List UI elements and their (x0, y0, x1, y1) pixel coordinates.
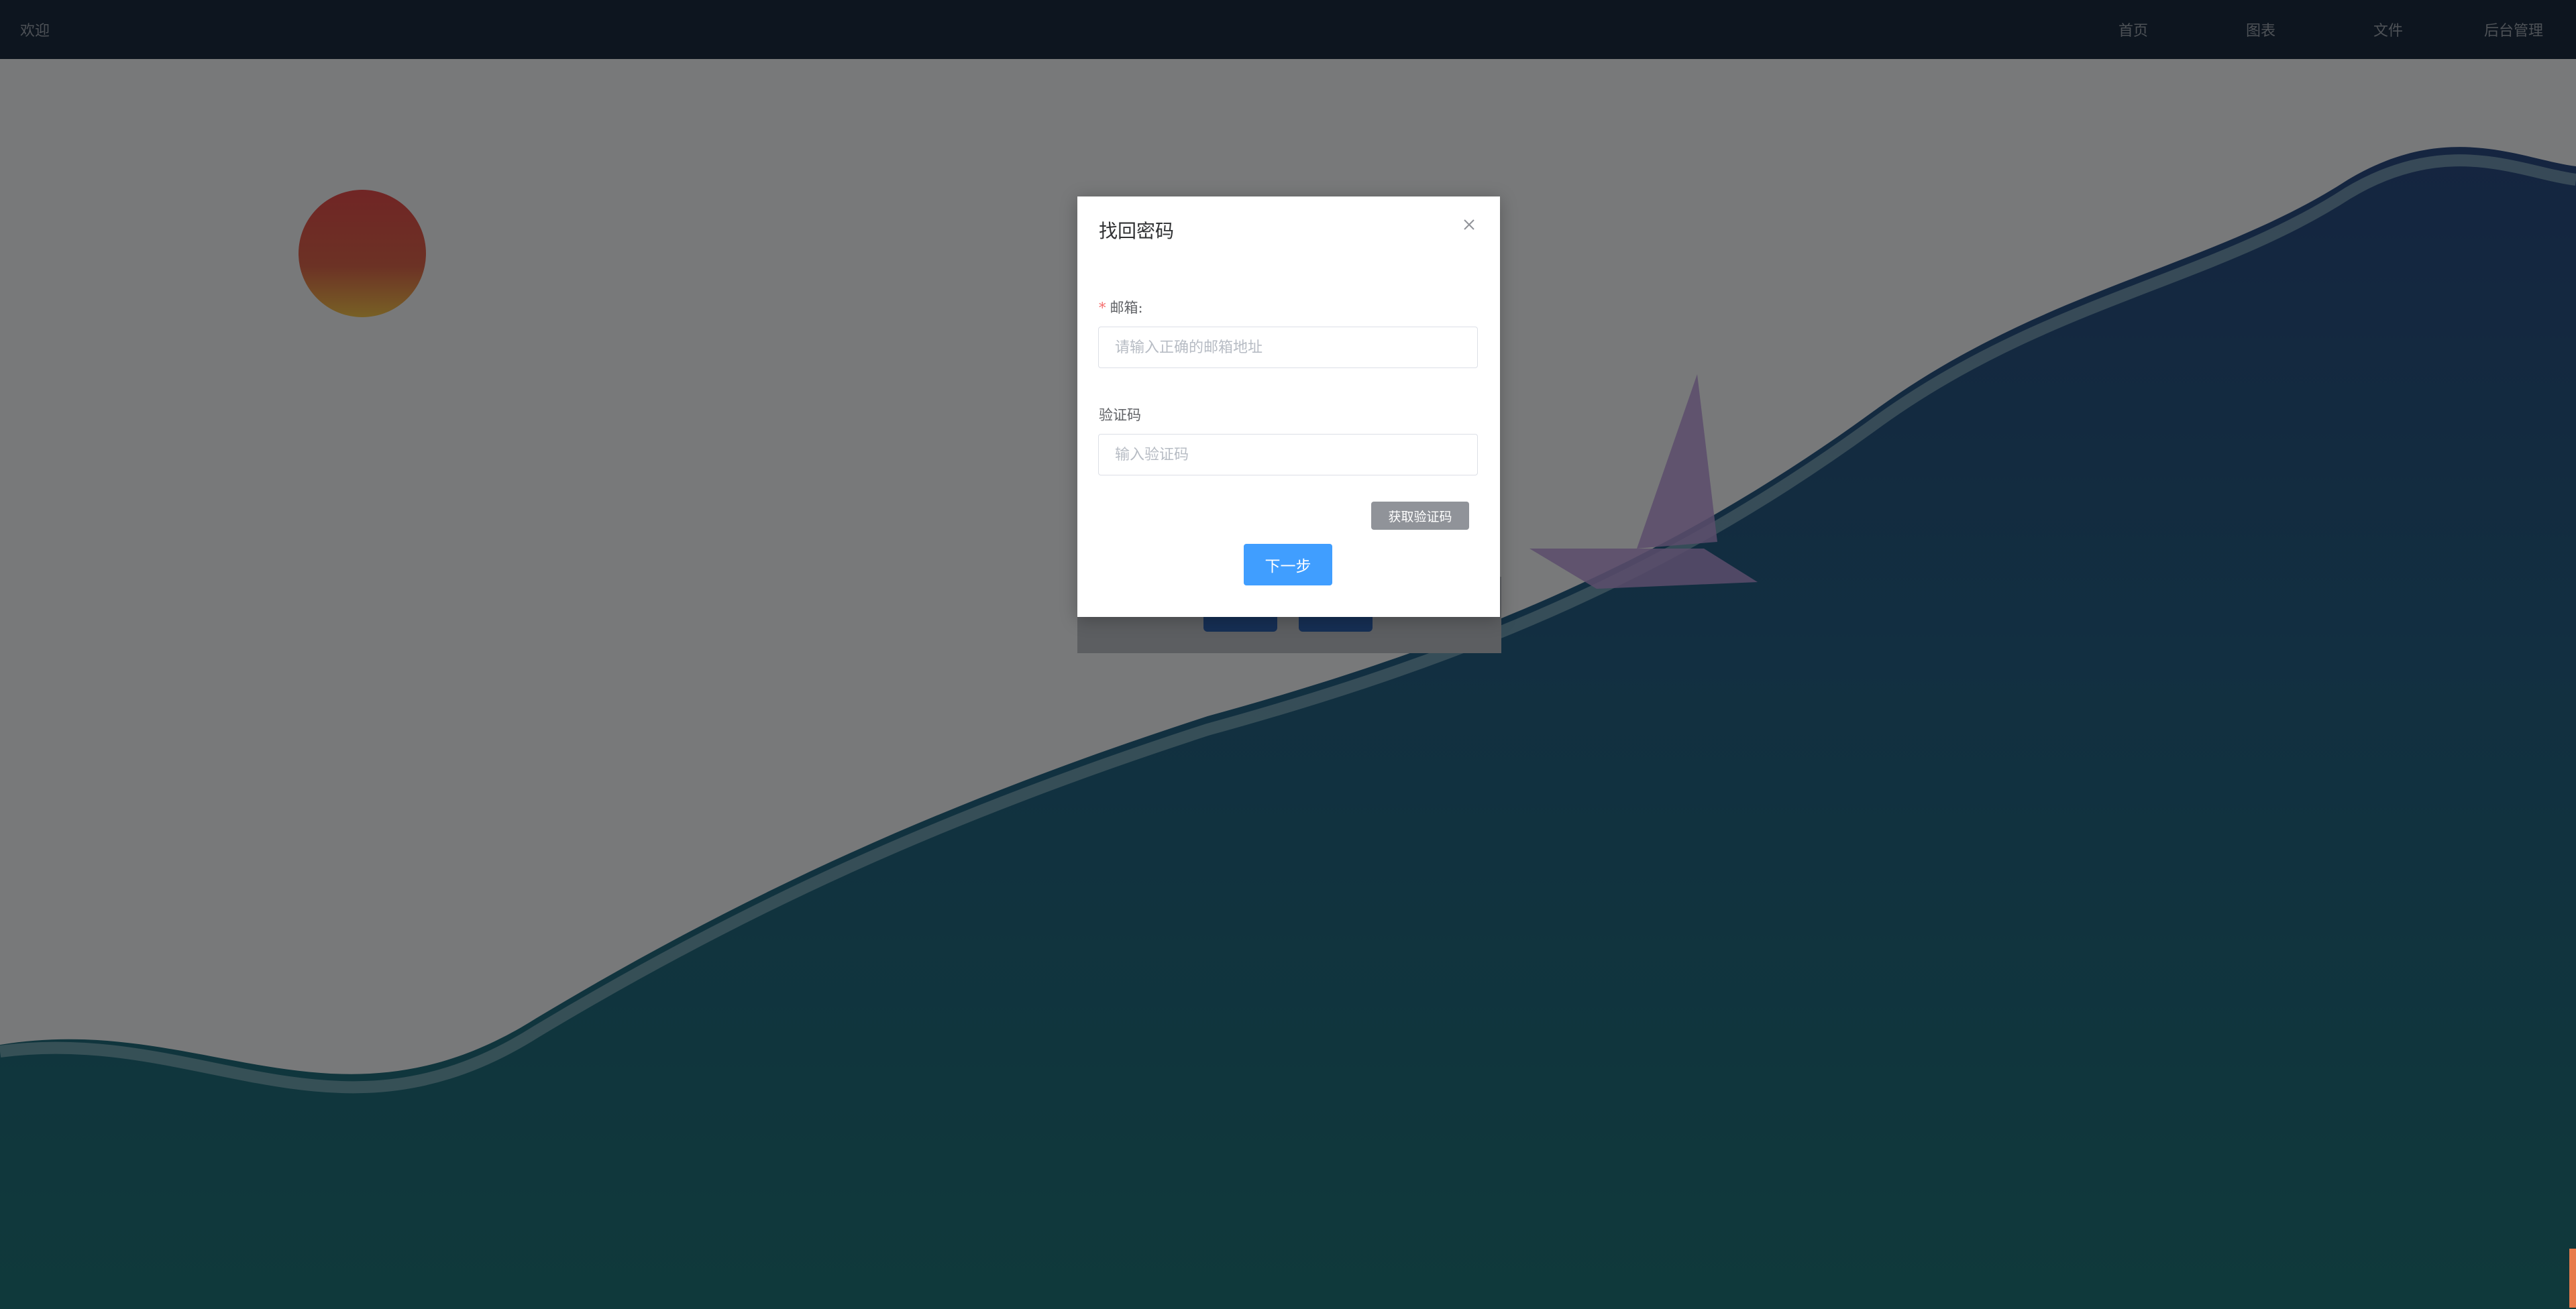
close-icon[interactable] (1458, 214, 1480, 235)
email-label: * 邮箱: (1099, 300, 1143, 316)
code-label: 验证码 (1099, 407, 1141, 423)
code-field[interactable] (1098, 434, 1478, 475)
required-mark: * (1099, 300, 1106, 316)
email-field[interactable] (1098, 327, 1478, 368)
next-button[interactable]: 下一步 (1244, 544, 1332, 585)
recover-password-dialog: 找回密码 *邮箱: 验证码 获取验证码 下一步 (1077, 196, 1500, 617)
scrollbar-thumb[interactable] (2569, 1249, 2576, 1308)
dialog-title: 找回密码 (1099, 220, 1175, 242)
get-code-button[interactable]: 获取验证码 (1371, 502, 1469, 530)
